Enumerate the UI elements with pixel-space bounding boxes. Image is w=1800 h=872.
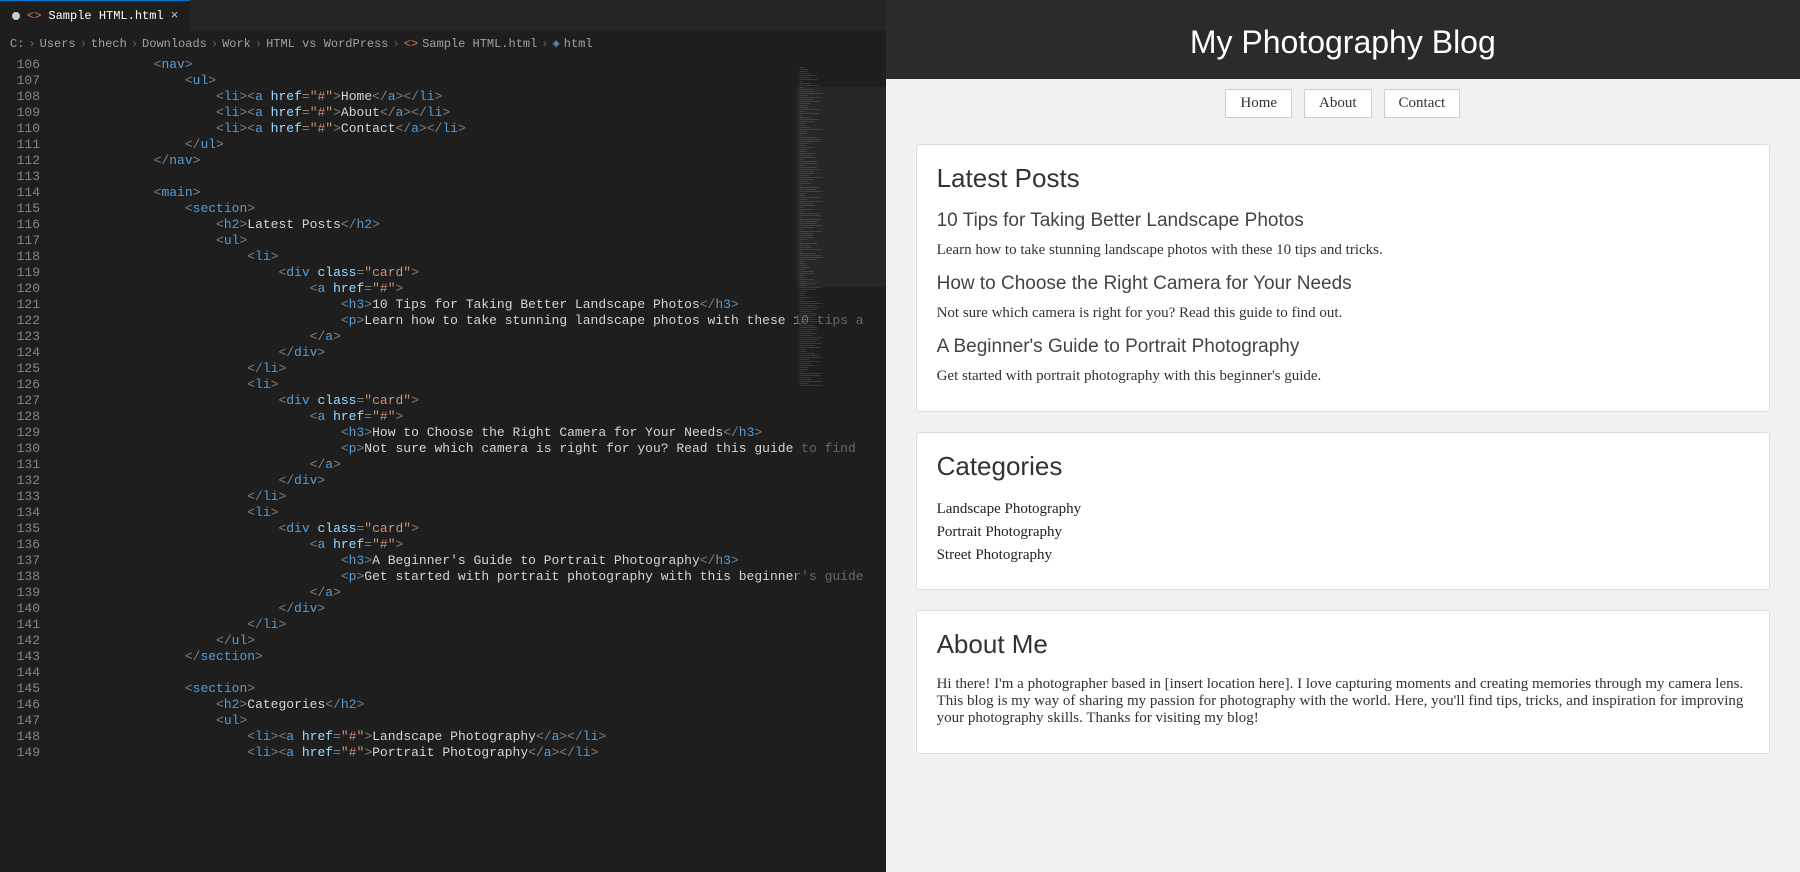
code-area[interactable]: 106 107 108 109 110 111 112 113 114 115 … [0,57,886,872]
preview-main: Latest Posts 10 Tips for Taking Better L… [886,130,1800,804]
modified-dot-icon [12,12,20,20]
nav-link-about[interactable]: About [1304,89,1372,118]
latest-posts-heading: Latest Posts [937,163,1749,194]
post-title[interactable]: A Beginner's Guide to Portrait Photograp… [937,336,1749,358]
post-desc: Get started with portrait photography wi… [937,368,1749,385]
html-element-icon: ◈ [553,36,560,51]
minimap[interactable]: ▬▬▬▬ ▬▬▬▬▬▬▬ ▬▬▬▬▬▬▬ ▬▬▬▬▬▬▬▬▬ ▬▬▬▬▬▬▬▬▬… [796,57,886,872]
code-editor: <> Sample HTML.html × C:›Users›thech›Dow… [0,0,886,872]
preview-nav: Home About Contact [886,79,1800,130]
close-icon[interactable]: × [171,8,179,23]
breadcrumb-segment[interactable]: html [564,37,593,51]
about-heading: About Me [937,629,1749,660]
post-desc: Learn how to take stunning landscape pho… [937,242,1749,259]
breadcrumb-segment[interactable]: Users [40,37,76,51]
about-card: About Me Hi there! I'm a photographer ba… [916,610,1770,754]
line-number-gutter: 106 107 108 109 110 111 112 113 114 115 … [0,57,60,872]
categories-heading: Categories [937,451,1749,482]
category-link[interactable]: Landscape Photography [937,498,1749,521]
page-title: My Photography Blog [886,0,1800,79]
post-desc: Not sure which camera is right for you? … [937,305,1749,322]
post-title[interactable]: How to Choose the Right Camera for Your … [937,273,1749,295]
category-link[interactable]: Portrait Photography [937,521,1749,544]
categories-card: Categories Landscape PhotographyPortrait… [916,432,1770,590]
browser-preview: My Photography Blog Home About Contact Lat… [886,0,1800,872]
breadcrumb-segment[interactable]: Downloads [142,37,207,51]
html-file-icon: <> [27,9,41,23]
minimap-viewport[interactable] [796,87,886,287]
breadcrumb-segment[interactable]: Sample HTML.html [422,37,537,51]
about-text: Hi there! I'm a photographer based in [i… [937,676,1749,727]
code-content[interactable]: <nav> <ul> <li><a href="#">Home</a></li>… [60,57,886,872]
editor-tab[interactable]: <> Sample HTML.html × [0,0,190,30]
post-title[interactable]: 10 Tips for Taking Better Landscape Phot… [937,210,1749,232]
category-link[interactable]: Street Photography [937,544,1749,567]
breadcrumb-segment[interactable]: thech [91,37,127,51]
latest-posts-card: Latest Posts 10 Tips for Taking Better L… [916,144,1770,412]
breadcrumb-segment[interactable]: C: [10,37,24,51]
nav-link-contact[interactable]: Contact [1384,89,1461,118]
breadcrumb-segment[interactable]: HTML vs WordPress [266,37,388,51]
nav-link-home[interactable]: Home [1225,89,1292,118]
editor-tab-bar: <> Sample HTML.html × [0,0,886,30]
breadcrumb-segment[interactable]: Work [222,37,251,51]
breadcrumb[interactable]: C:›Users›thech›Downloads›Work›HTML vs Wo… [0,30,886,57]
html-file-icon: <> [404,37,418,51]
tab-filename: Sample HTML.html [48,9,163,23]
